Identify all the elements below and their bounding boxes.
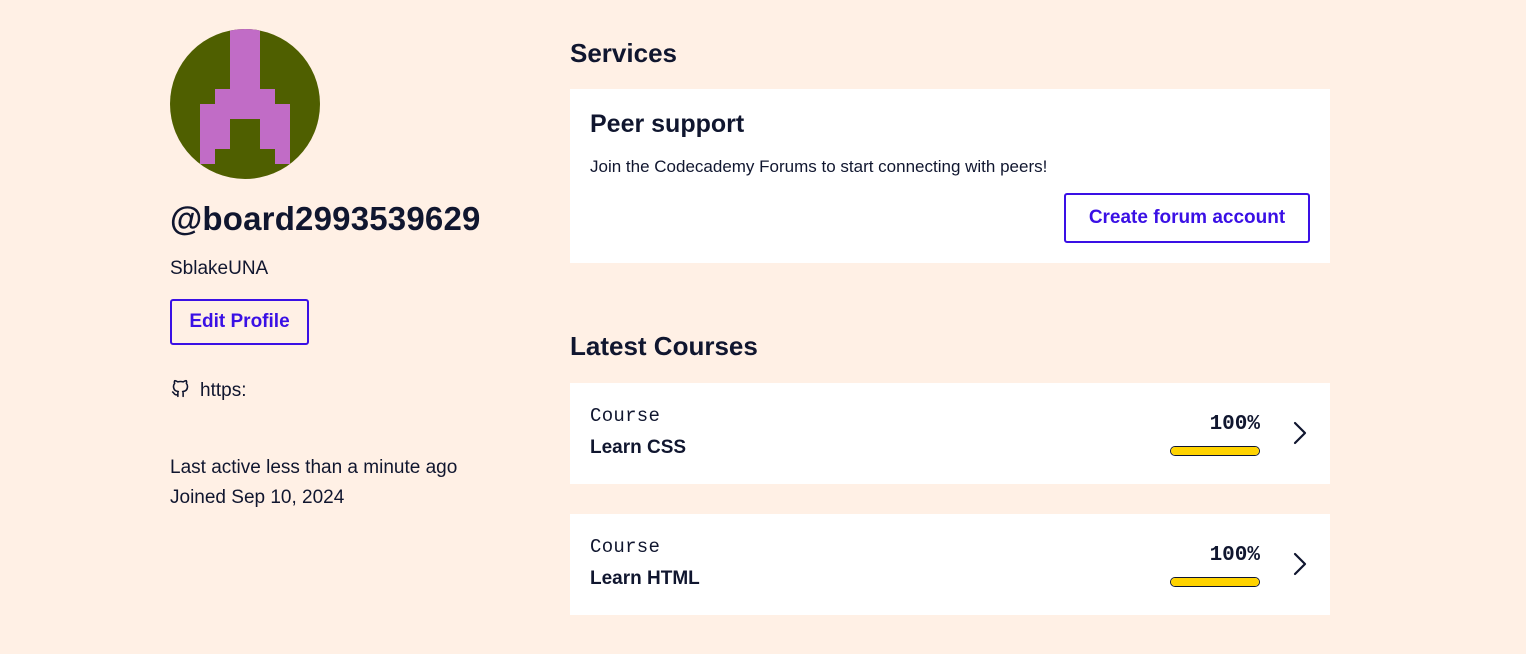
chevron-right-icon[interactable] — [1292, 551, 1308, 577]
edit-profile-button[interactable]: Edit Profile — [170, 299, 309, 345]
course-card[interactable]: Course Learn CSS 100% — [570, 383, 1330, 484]
course-progress-fill — [1171, 447, 1259, 455]
course-name: Learn CSS — [590, 437, 687, 458]
course-name: Learn HTML — [590, 568, 700, 589]
course-progress-percent: 100% — [1209, 544, 1260, 567]
course-progress-bar — [1170, 577, 1260, 587]
profile-display-name: SblakeUNA — [170, 258, 269, 279]
avatar — [170, 29, 320, 179]
course-progress-fill — [1171, 578, 1259, 586]
latest-courses-heading: Latest Courses — [570, 331, 758, 361]
github-icon — [170, 378, 191, 399]
website-link[interactable]: https: — [200, 380, 246, 402]
course-card[interactable]: Course Learn HTML 100% — [570, 514, 1330, 615]
peer-support-card: Peer support Join the Codecademy Forums … — [570, 89, 1330, 263]
peer-support-description: Join the Codecademy Forums to start conn… — [590, 157, 1048, 176]
avatar-pixel-art — [170, 29, 320, 179]
course-kind-label: Course — [590, 536, 661, 558]
profile-website: https: — [170, 379, 500, 403]
profile-username: @board2993539629 — [170, 200, 481, 237]
chevron-right-icon[interactable] — [1292, 420, 1308, 446]
services-heading: Services — [570, 38, 677, 68]
create-forum-account-button[interactable]: Create forum account — [1064, 193, 1310, 243]
last-active-text: Last active less than a minute ago — [170, 457, 458, 478]
joined-date-text: Joined Sep 10, 2024 — [170, 487, 345, 508]
profile-activity: Last active less than a minute ago Joine… — [170, 453, 500, 513]
peer-support-title: Peer support — [590, 110, 745, 138]
course-progress-percent: 100% — [1209, 413, 1260, 436]
profile-panel: @board2993539629 SblakeUNA Edit Profile … — [170, 29, 500, 513]
course-progress-bar — [1170, 446, 1260, 456]
course-kind-label: Course — [590, 405, 661, 427]
